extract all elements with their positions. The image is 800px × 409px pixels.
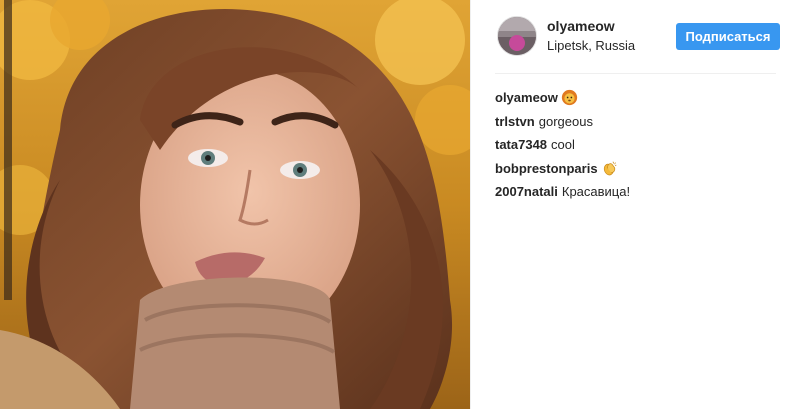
comment-item: 2007natali Красавица! <box>495 180 785 204</box>
comment-author[interactable]: trlstvn <box>495 114 535 129</box>
lion-face-icon <box>561 89 578 106</box>
comment-text: Красавица! <box>561 184 631 199</box>
avatar-image <box>498 17 536 55</box>
selfie-portrait-image <box>0 0 470 409</box>
comment-item: olyameow <box>495 86 785 110</box>
post-username[interactable]: olyameow <box>547 18 615 34</box>
comment-item: tata7348 cool <box>495 133 785 157</box>
comment-text: gorgeous <box>538 113 593 129</box>
comment-author[interactable]: 2007natali <box>495 184 558 199</box>
comment-text: cool <box>551 137 575 152</box>
comment-item: bobprestonparis <box>495 157 785 181</box>
header-divider <box>495 73 776 74</box>
post-photo[interactable] <box>0 0 470 409</box>
comments-list: olyameow trlstvn gorgeous tata7348 cool bo… <box>495 86 785 204</box>
post-header: olyameow Lipetsk, Russia Подписаться <box>471 0 800 74</box>
post-location[interactable]: Lipetsk, Russia <box>547 38 635 53</box>
comment-author[interactable]: olyameow <box>495 90 558 105</box>
avatar[interactable] <box>497 16 537 56</box>
clapping-hands-icon <box>603 161 616 175</box>
comment-item: trlstvn gorgeous <box>495 110 785 134</box>
post-sidebar: olyameow Lipetsk, Russia Подписаться oly… <box>470 0 800 409</box>
post-card: olyameow Lipetsk, Russia Подписаться oly… <box>0 0 800 409</box>
comment-author[interactable]: tata7348 <box>495 137 547 152</box>
follow-button[interactable]: Подписаться <box>676 23 780 50</box>
comment-author[interactable]: bobprestonparis <box>495 161 598 176</box>
